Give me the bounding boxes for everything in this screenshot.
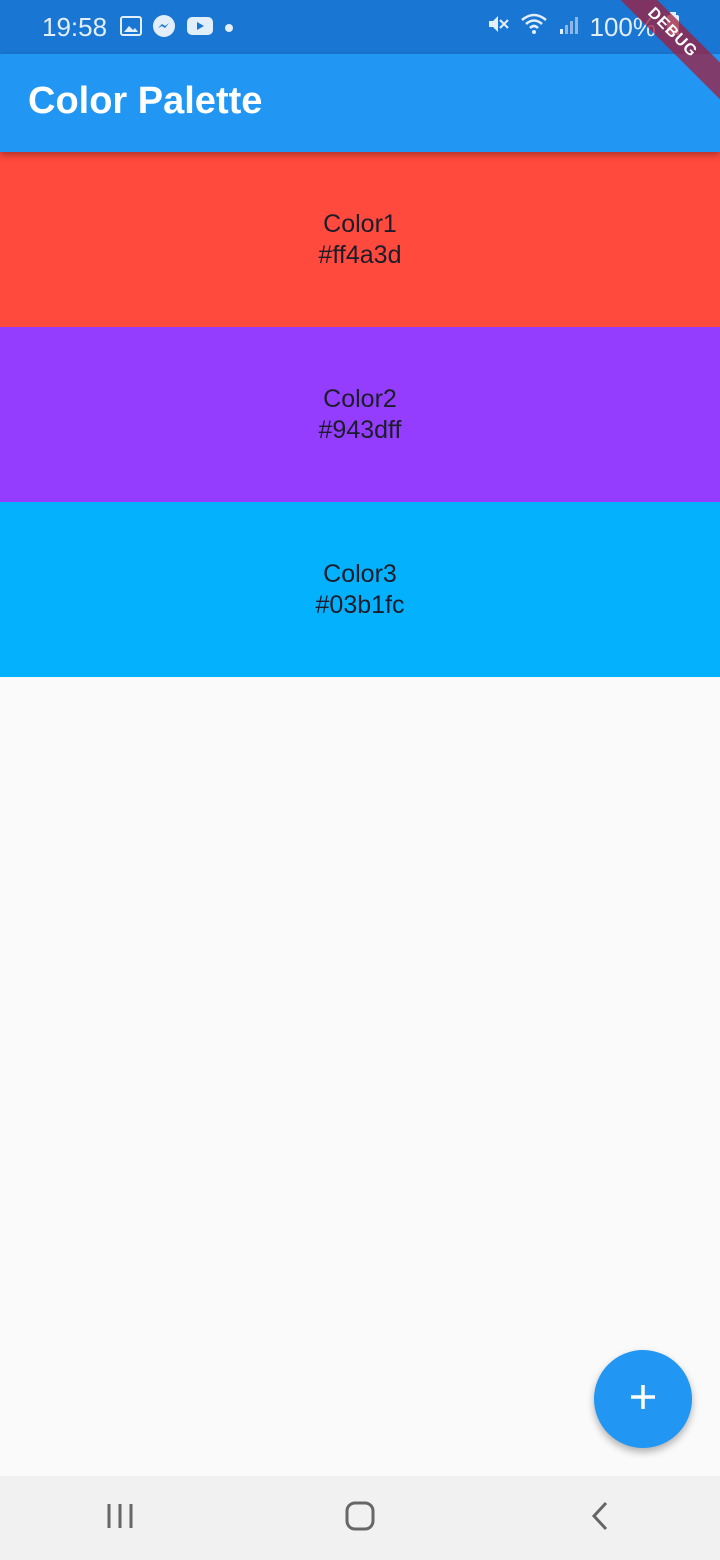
color-name: Color3 bbox=[323, 559, 397, 588]
color-name: Color1 bbox=[323, 209, 397, 238]
back-button[interactable] bbox=[540, 1476, 660, 1560]
color-hex: #ff4a3d bbox=[318, 240, 402, 269]
color-hex: #943dff bbox=[318, 415, 402, 444]
status-time: 19:58 bbox=[42, 12, 108, 42]
home-button[interactable] bbox=[300, 1476, 420, 1560]
page-title: Color Palette bbox=[28, 80, 263, 122]
messenger-icon bbox=[152, 14, 176, 43]
signal-icon bbox=[558, 12, 580, 43]
color-item[interactable]: Color2 #943dff bbox=[0, 327, 720, 502]
youtube-icon bbox=[186, 15, 214, 42]
status-bar: 19:58 100% bbox=[0, 0, 720, 54]
recent-apps-icon bbox=[105, 1501, 135, 1536]
mute-icon bbox=[486, 12, 510, 43]
gallery-icon bbox=[120, 15, 142, 42]
navigation-bar bbox=[0, 1476, 720, 1560]
dot-icon bbox=[224, 20, 234, 38]
wifi-icon bbox=[520, 12, 548, 43]
notification-icons bbox=[120, 14, 234, 43]
add-icon bbox=[628, 1382, 658, 1417]
color-item[interactable]: Color3 #03b1fc bbox=[0, 502, 720, 677]
recent-apps-button[interactable] bbox=[60, 1476, 180, 1560]
color-list: Color1 #ff4a3d Color2 #943dff Color3 #03… bbox=[0, 152, 720, 677]
add-color-button[interactable] bbox=[594, 1350, 692, 1448]
color-name: Color2 bbox=[323, 384, 397, 413]
color-item[interactable]: Color1 #ff4a3d bbox=[0, 152, 720, 327]
app-bar: Color Palette bbox=[0, 54, 720, 152]
color-hex: #03b1fc bbox=[315, 590, 405, 619]
back-icon bbox=[588, 1500, 612, 1537]
home-icon bbox=[344, 1500, 376, 1537]
